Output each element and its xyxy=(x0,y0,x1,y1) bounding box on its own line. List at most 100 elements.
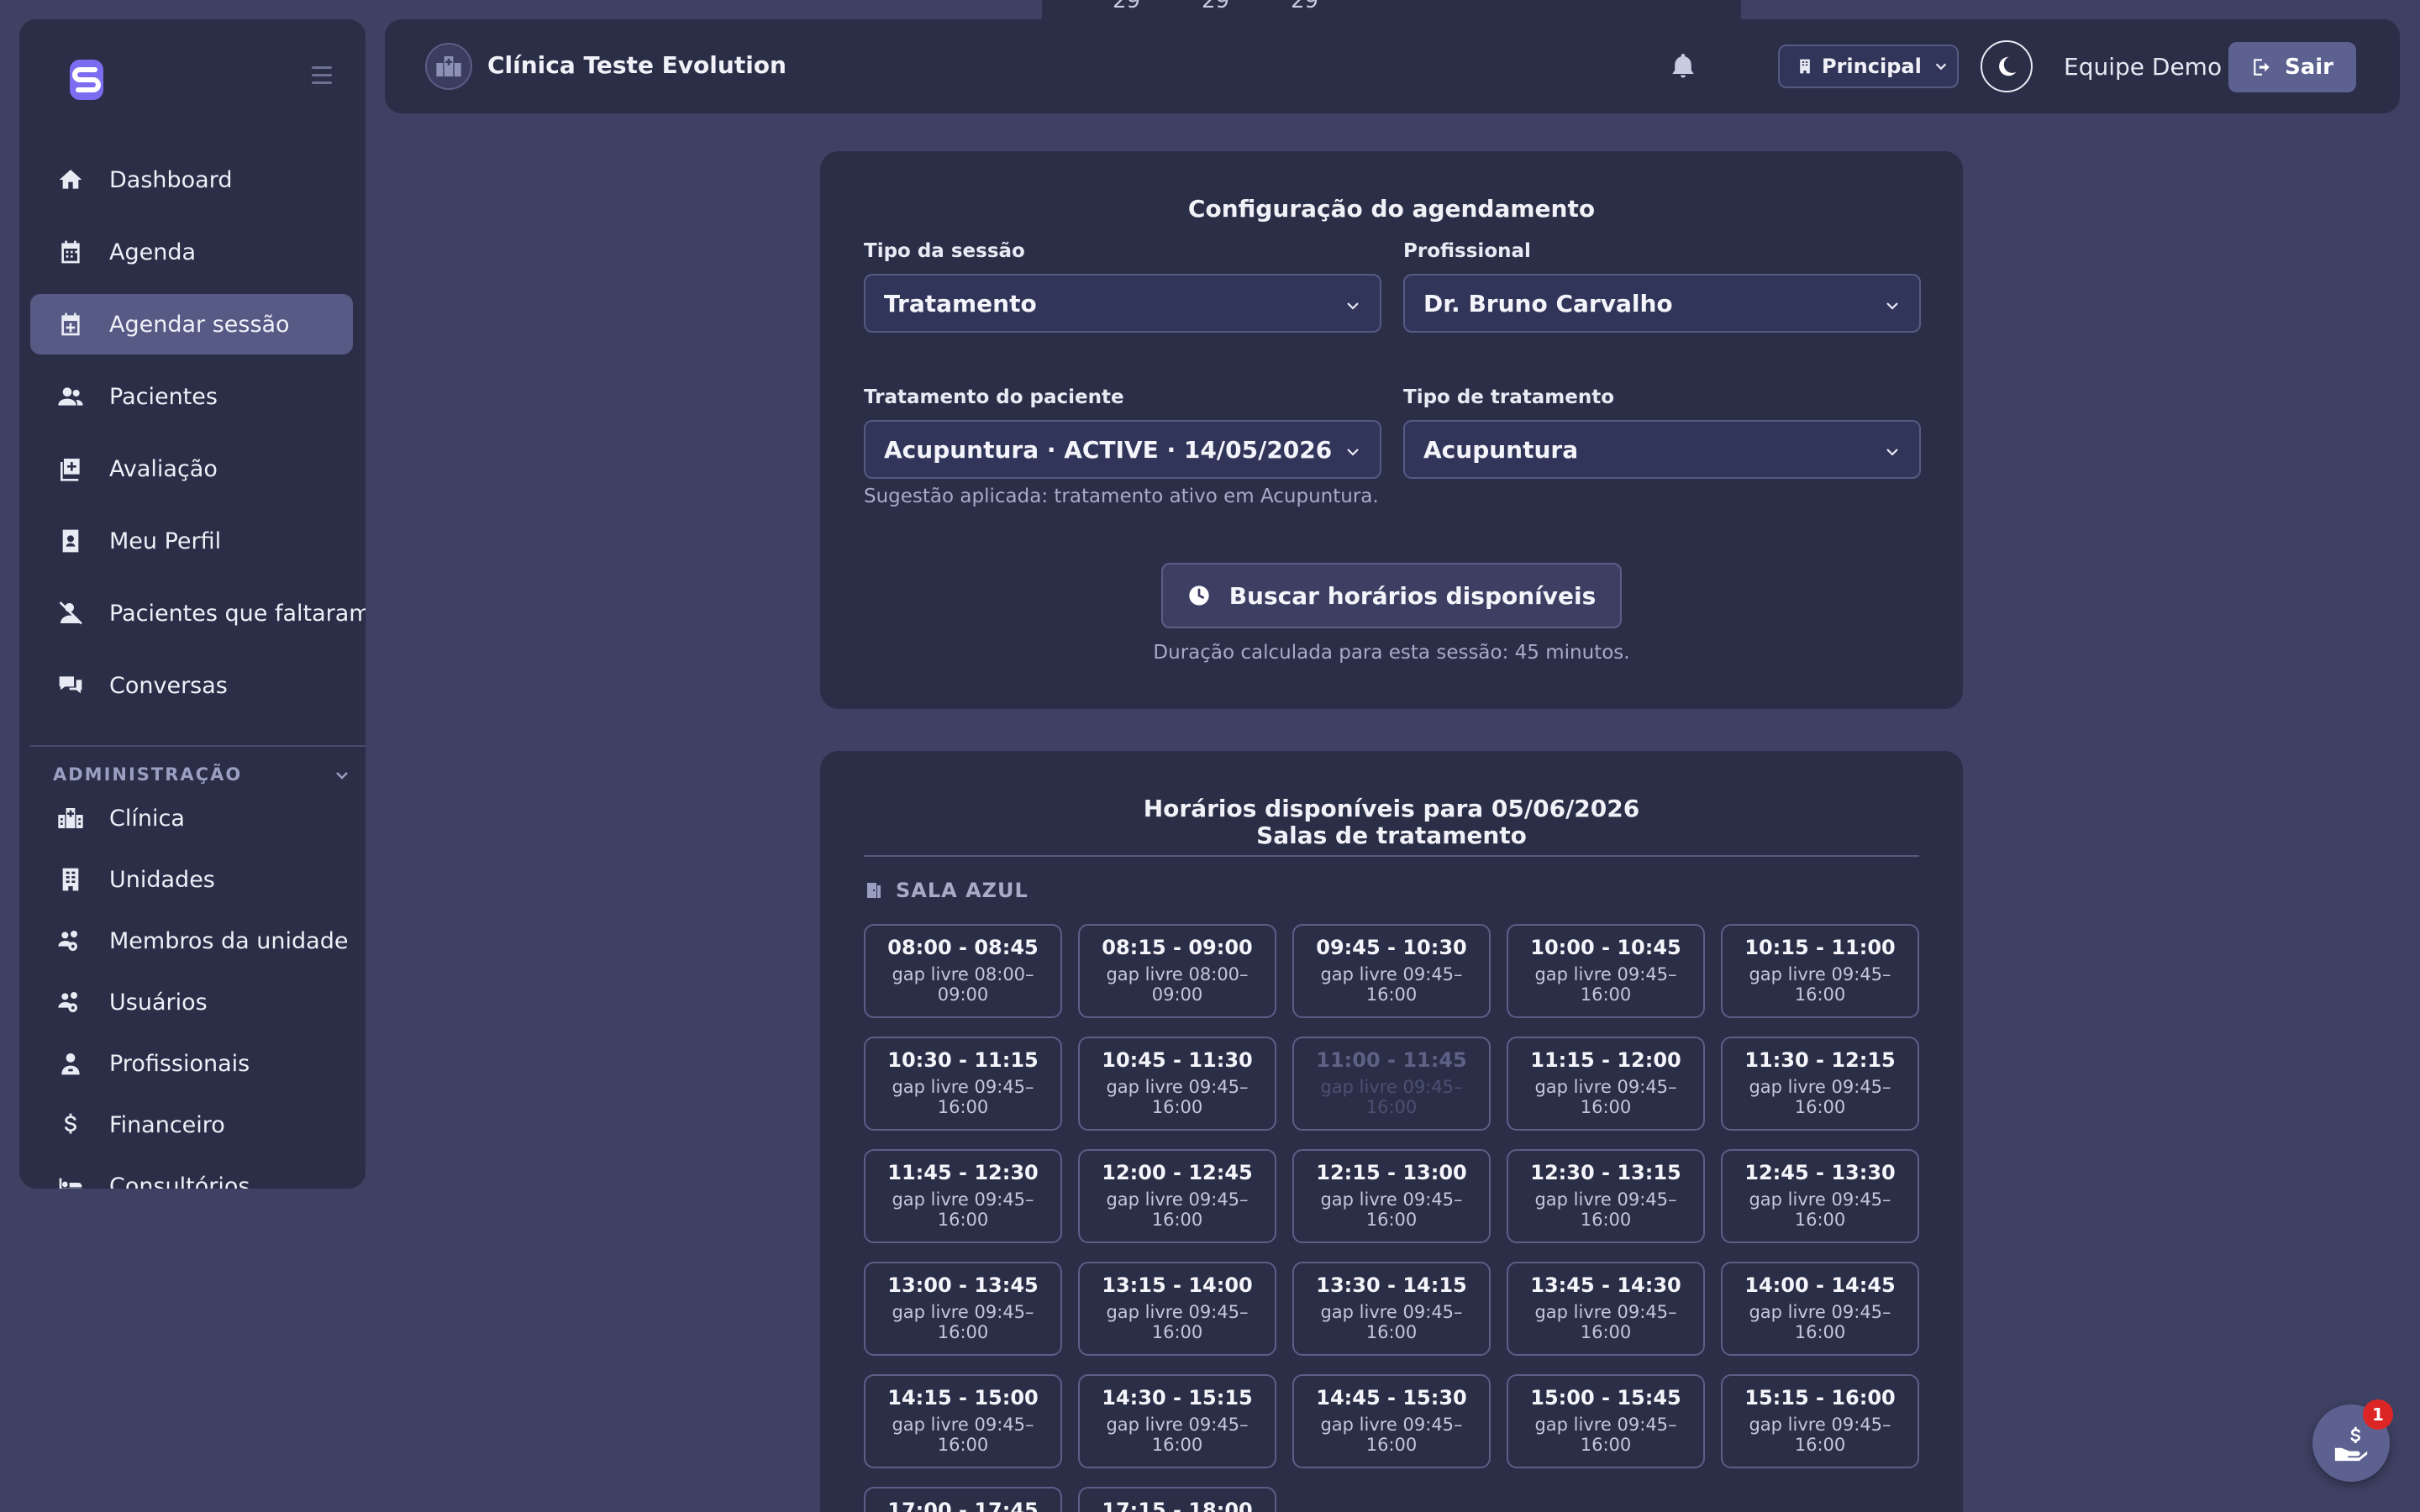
app-logo[interactable] xyxy=(51,45,122,115)
sidebar-item-clinic[interactable]: Clínica xyxy=(30,793,353,843)
sidebar-item-label: Conversas xyxy=(109,672,228,699)
hospital-icon xyxy=(436,56,461,76)
sidebar-toggle-icon[interactable] xyxy=(312,66,332,84)
sidebar-item-unit-members[interactable]: Membros da unidade xyxy=(30,916,353,966)
sidebar-item-units[interactable]: Unidades xyxy=(30,854,353,905)
slot-time: 14:15 - 15:00 xyxy=(887,1386,1039,1410)
time-slot[interactable]: 13:00 - 13:45 gap livre 09:45–16:00 xyxy=(864,1262,1062,1356)
time-slot[interactable]: 14:15 - 15:00 gap livre 09:45–16:00 xyxy=(864,1374,1062,1468)
sidebar-item-label: Agendar sessão xyxy=(109,311,290,338)
slot-time: 13:30 - 14:15 xyxy=(1316,1273,1467,1297)
notification-badge: 1 xyxy=(2363,1399,2393,1430)
time-slot[interactable]: 10:00 - 10:45 gap livre 09:45–16:00 xyxy=(1507,924,1705,1018)
sidebar-item-schedule-session[interactable]: Agendar sessão xyxy=(30,294,353,354)
slot-gap: gap livre 09:45–16:00 xyxy=(1749,964,1891,1005)
sidebar-item-label: Usuários xyxy=(109,989,208,1016)
sidebar-item-my-profile[interactable]: Meu Perfil xyxy=(30,511,353,571)
session-type-value: Tratamento xyxy=(884,289,1037,318)
sidebar-item-evaluation[interactable]: Avaliação xyxy=(30,438,353,499)
search-slots-button[interactable]: Buscar horários disponíveis xyxy=(1161,563,1622,628)
sidebar-item-professionals[interactable]: Profissionais xyxy=(30,1038,353,1089)
slot-gap: gap livre 09:45–16:00 xyxy=(1106,1302,1249,1342)
sidebar-item-label: Profissionais xyxy=(109,1050,250,1077)
time-slot[interactable]: 12:00 - 12:45 gap livre 09:45–16:00 xyxy=(1078,1149,1276,1243)
unit-select[interactable]: Principal xyxy=(1778,45,1959,88)
time-slot[interactable]: 11:45 - 12:30 gap livre 09:45–16:00 xyxy=(864,1149,1062,1243)
professional-select[interactable]: Dr. Bruno Carvalho xyxy=(1403,274,1921,333)
slot-time: 12:45 - 13:30 xyxy=(1744,1161,1896,1184)
hospital-icon xyxy=(57,805,84,832)
sidebar-item-financial[interactable]: Financeiro xyxy=(30,1100,353,1150)
time-slot[interactable]: 13:30 - 14:15 gap livre 09:45–16:00 xyxy=(1292,1262,1491,1356)
slot-time: 14:45 - 15:30 xyxy=(1316,1386,1467,1410)
slot-time: 15:00 - 15:45 xyxy=(1530,1386,1681,1410)
chevron-down-icon xyxy=(1347,449,1359,456)
time-slot[interactable]: 12:45 - 13:30 gap livre 09:45–16:00 xyxy=(1721,1149,1919,1243)
time-slot[interactable]: 17:15 - 18:00 xyxy=(1078,1487,1276,1512)
slot-time: 13:45 - 14:30 xyxy=(1530,1273,1681,1297)
logo-icon xyxy=(70,60,103,100)
time-slot[interactable]: 08:15 - 09:00 gap livre 08:00–09:00 xyxy=(1078,924,1276,1018)
slot-gap: gap livre 09:45–16:00 xyxy=(1320,1189,1463,1230)
slot-gap: gap livre 09:45–16:00 xyxy=(892,1077,1034,1117)
clinic-name: Clínica Teste Evolution xyxy=(487,51,786,79)
sidebar: Dashboard Agenda Agendar sessão Paciente… xyxy=(19,19,366,1189)
slot-gap: gap livre 09:45–16:00 xyxy=(1106,1415,1249,1455)
time-slot[interactable]: 10:15 - 11:00 gap livre 09:45–16:00 xyxy=(1721,924,1919,1018)
slot-time: 11:00 - 11:45 xyxy=(1316,1048,1467,1072)
time-slot[interactable]: 10:45 - 11:30 gap livre 09:45–16:00 xyxy=(1078,1037,1276,1131)
sidebar-item-agenda[interactable]: Agenda xyxy=(30,222,353,282)
user-doctor-icon xyxy=(57,1050,84,1077)
bell-icon[interactable] xyxy=(1668,50,1698,82)
time-slot[interactable]: 15:00 - 15:45 gap livre 09:45–16:00 xyxy=(1507,1374,1705,1468)
room-label: SALA AZUL xyxy=(864,879,1028,902)
patient-treatment-select[interactable]: Acupuntura · ACTIVE · 14/05/2026 xyxy=(864,420,1381,479)
sidebar-item-dashboard[interactable]: Dashboard xyxy=(30,150,353,210)
session-type-select[interactable]: Tratamento xyxy=(864,274,1381,333)
time-slot[interactable]: 14:00 - 14:45 gap livre 09:45–16:00 xyxy=(1721,1262,1919,1356)
time-slot[interactable]: 12:15 - 13:00 gap livre 09:45–16:00 xyxy=(1292,1149,1491,1243)
treatment-type-label: Tipo de tratamento xyxy=(1403,386,1615,408)
chevron-down-icon[interactable] xyxy=(334,767,350,784)
sidebar-item-label: Membros da unidade xyxy=(109,927,349,954)
time-slot[interactable]: 12:30 - 13:15 gap livre 09:45–16:00 xyxy=(1507,1149,1705,1243)
time-slot[interactable]: 11:30 - 12:15 gap livre 09:45–16:00 xyxy=(1721,1037,1919,1131)
logout-button[interactable]: Sair xyxy=(2228,42,2356,92)
slot-gap: gap livre 09:45–16:00 xyxy=(1320,1077,1463,1117)
admin-section-label: ADMINISTRAÇÃO xyxy=(53,764,243,785)
sidebar-item-users[interactable]: Usuários xyxy=(30,977,353,1027)
sidebar-item-offices[interactable]: Consultórios xyxy=(30,1161,353,1189)
sidebar-item-label: Dashboard xyxy=(109,166,233,193)
time-slot[interactable]: 11:15 - 12:00 gap livre 09:45–16:00 xyxy=(1507,1037,1705,1131)
time-slot[interactable]: 15:15 - 16:00 gap livre 09:45–16:00 xyxy=(1721,1374,1919,1468)
chevron-down-icon xyxy=(1886,302,1898,310)
time-slot[interactable]: 08:00 - 08:45 gap livre 08:00–09:00 xyxy=(864,924,1062,1018)
moon-icon xyxy=(1999,56,2017,76)
time-slot[interactable]: 09:45 - 10:30 gap livre 09:45–16:00 xyxy=(1292,924,1491,1018)
sign-out-icon xyxy=(2254,59,2270,76)
slot-time: 15:15 - 16:00 xyxy=(1744,1386,1896,1410)
slot-time: 13:15 - 14:00 xyxy=(1102,1273,1253,1297)
time-slot[interactable]: 13:45 - 14:30 gap livre 09:45–16:00 xyxy=(1507,1262,1705,1356)
admin-nav: Clínica Unidades Membros da unidade Usuá… xyxy=(30,793,353,1189)
slot-gap: gap livre 09:45–16:00 xyxy=(1320,964,1463,1005)
time-slot[interactable]: 13:15 - 14:00 gap livre 09:45–16:00 xyxy=(1078,1262,1276,1356)
door-icon xyxy=(867,883,881,898)
sidebar-item-label: Financeiro xyxy=(109,1111,225,1138)
time-slot[interactable]: 17:00 - 17:45 xyxy=(864,1487,1062,1512)
time-slot[interactable]: 10:30 - 11:15 gap livre 09:45–16:00 xyxy=(864,1037,1062,1131)
slot-gap: gap livre 09:45–16:00 xyxy=(1749,1189,1891,1230)
sidebar-divider xyxy=(30,745,366,747)
sidebar-item-missed-patients[interactable]: Pacientes que faltaram xyxy=(30,583,366,643)
treatment-type-select[interactable]: Acupuntura xyxy=(1403,420,1921,479)
time-slot[interactable]: 14:30 - 15:15 gap livre 09:45–16:00 xyxy=(1078,1374,1276,1468)
sidebar-item-conversations[interactable]: Conversas xyxy=(30,655,353,716)
slot-time: 17:15 - 18:00 xyxy=(1102,1499,1253,1512)
slot-time: 12:00 - 12:45 xyxy=(1102,1161,1253,1184)
theme-toggle[interactable] xyxy=(1981,40,2033,92)
sidebar-item-patients[interactable]: Pacientes xyxy=(30,366,353,427)
main-nav: Dashboard Agenda Agendar sessão Paciente… xyxy=(30,150,366,727)
sidebar-item-label: Unidades xyxy=(109,866,215,893)
time-slot[interactable]: 14:45 - 15:30 gap livre 09:45–16:00 xyxy=(1292,1374,1491,1468)
slot-time: 14:30 - 15:15 xyxy=(1102,1386,1253,1410)
